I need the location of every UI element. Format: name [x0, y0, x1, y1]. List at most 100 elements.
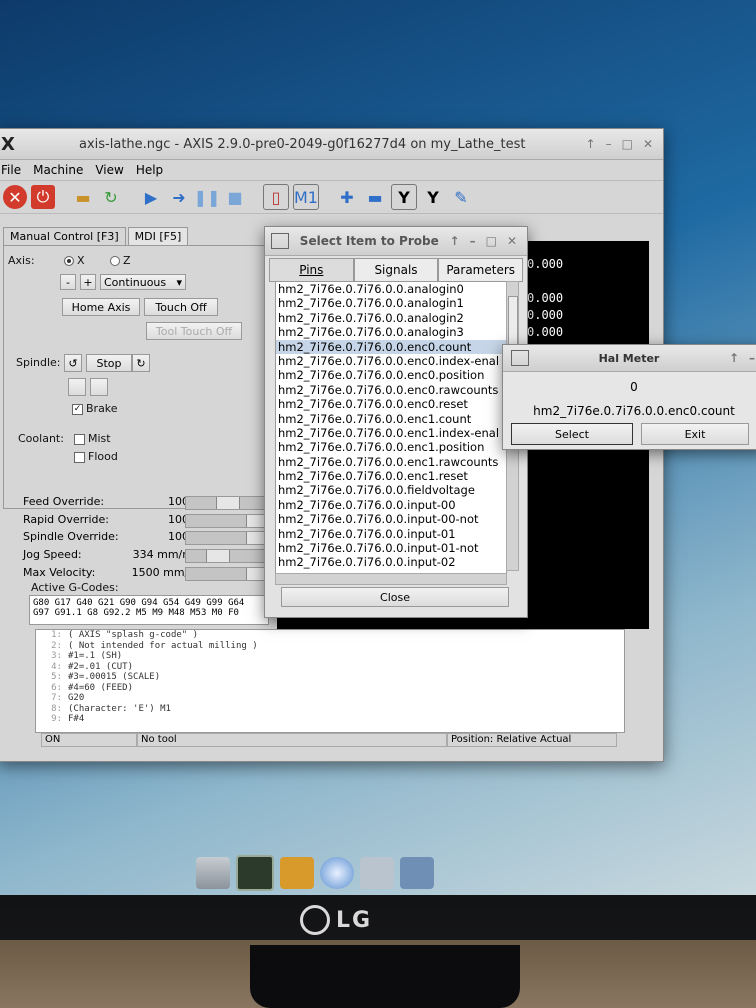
- pin-list-item[interactable]: hm2_7i76e.0.7i76.0.0.enc0.position: [276, 368, 506, 382]
- menu-help[interactable]: Help: [136, 163, 163, 177]
- pin-list-item[interactable]: hm2_7i76e.0.7i76.0.0.input-01: [276, 527, 506, 541]
- block-delete-icon[interactable]: ▯: [263, 184, 289, 210]
- max-velocity-slider[interactable]: [185, 567, 271, 581]
- spindle-faster-button[interactable]: [90, 378, 108, 396]
- flood-checkbox[interactable]: Flood: [74, 450, 118, 463]
- gcode-line: 8: (Character: 'E') M1: [51, 703, 171, 714]
- close-icon[interactable]: ✕: [643, 137, 653, 151]
- gcode-line: 2:( Not intended for actual milling ): [51, 640, 258, 651]
- tool-touch-off-button[interactable]: Tool Touch Off: [146, 322, 242, 340]
- zoom-out-icon[interactable]: ▬: [363, 185, 387, 209]
- view-y2-icon[interactable]: Y: [421, 185, 445, 209]
- toolbar: ✕ ⏻ ▬ ↻ ▶ ➜ ❚❚ ■ ▯ M1 ✚ ▬ Y Y ✎: [0, 181, 663, 214]
- select-button[interactable]: Select: [511, 423, 633, 445]
- jog-mode-value: Continuous: [104, 275, 167, 289]
- pin-list-item[interactable]: hm2_7i76e.0.7i76.0.0.input-02: [276, 555, 506, 569]
- spindle-stop-button[interactable]: Stop: [86, 354, 132, 372]
- optional-stop-icon[interactable]: M1: [293, 184, 319, 210]
- pin-list-item[interactable]: hm2_7i76e.0.7i76.0.0.input-00-not: [276, 512, 506, 526]
- spindle-override-slider[interactable]: [185, 531, 271, 545]
- terminal-icon[interactable]: [236, 855, 274, 891]
- tab-signals[interactable]: Signals: [353, 258, 439, 282]
- spindle-reverse-icon[interactable]: ↺: [64, 354, 82, 372]
- pin-list-item[interactable]: hm2_7i76e.0.7i76.0.0.enc0.count: [276, 339, 506, 354]
- jog-speed-slider[interactable]: [185, 549, 271, 563]
- tab-parameters[interactable]: Parameters: [438, 258, 524, 282]
- maximize-icon[interactable]: ↑: [586, 137, 596, 151]
- jog-minus-button[interactable]: -: [60, 274, 76, 290]
- tab-pins[interactable]: Pins: [269, 258, 354, 282]
- reload-icon[interactable]: ↻: [99, 185, 123, 209]
- maximize-icon[interactable]: ↑: [729, 351, 739, 365]
- restore-icon[interactable]: □: [486, 234, 497, 248]
- pause-icon[interactable]: ❚❚: [194, 185, 221, 209]
- jog-mode-select[interactable]: Continuous ▾: [100, 274, 186, 290]
- spindle-forward-icon[interactable]: ↻: [132, 354, 150, 372]
- active-gcodes-line: G97 G91.1 G8 G92.2 M5 M9 M48 M53 M0 F0: [33, 608, 239, 618]
- pin-list-item[interactable]: hm2_7i76e.0.7i76.0.0.enc1.position: [276, 440, 506, 454]
- desktop-icon[interactable]: [196, 857, 230, 889]
- restore-icon[interactable]: □: [622, 137, 633, 151]
- menu-view[interactable]: View: [95, 163, 123, 177]
- pin-list-item[interactable]: hm2_7i76e.0.7i76.0.0.enc1.index-enal: [276, 426, 506, 440]
- axis-z-radio[interactable]: Z: [110, 254, 131, 267]
- pin-list-item[interactable]: hm2_7i76e.0.7i76.0.0.enc0.rawcounts: [276, 383, 506, 397]
- manual-control-panel: Axis: X Z - + Continuous ▾ Home Axis Touc…: [3, 245, 273, 509]
- pin-list-item[interactable]: hm2_7i76e.0.7i76.0.0.analogin2: [276, 311, 506, 325]
- run-icon[interactable]: ▶: [139, 185, 163, 209]
- rapid-override: Rapid Override: 100 %: [23, 513, 271, 529]
- minimize-icon[interactable]: –: [470, 234, 476, 248]
- zoom-in-icon[interactable]: ✚: [335, 185, 359, 209]
- home-axis-button[interactable]: Home Axis: [62, 298, 140, 316]
- hal-titlebar: Hal Meter ↑ –: [503, 345, 756, 372]
- menu-machine[interactable]: Machine: [33, 163, 83, 177]
- active-gcodes-label: Active G-Codes:: [31, 581, 119, 594]
- pin-list-item[interactable]: hm2_7i76e.0.7i76.0.0.fieldvoltage: [276, 483, 506, 497]
- pin-list-item[interactable]: hm2_7i76e.0.7i76.0.0.enc1.reset: [276, 469, 506, 483]
- pin-list-item[interactable]: hm2_7i76e.0.7i76.0.0.enc0.reset: [276, 397, 506, 411]
- axis-x-radio[interactable]: X: [64, 254, 85, 267]
- dro-value: 0.000: [527, 308, 564, 322]
- window-title: axis-lathe.ngc - AXIS 2.9.0-pre0-2049-g0…: [79, 136, 526, 152]
- minimize-icon[interactable]: –: [606, 137, 612, 151]
- pin-list-item[interactable]: hm2_7i76e.0.7i76.0.0.input-01-not: [276, 541, 506, 555]
- estop-icon[interactable]: ✕: [3, 185, 27, 209]
- minimize-icon[interactable]: –: [749, 351, 755, 365]
- pin-list-hscrollbar[interactable]: [275, 573, 507, 585]
- probe-title: Select Item to Probe: [299, 234, 439, 248]
- stop-icon[interactable]: ■: [223, 185, 247, 209]
- pin-list-item[interactable]: hm2_7i76e.0.7i76.0.0.analogin1: [276, 296, 506, 310]
- clear-plot-icon[interactable]: ✎: [449, 185, 473, 209]
- feed-override-slider[interactable]: [185, 496, 271, 510]
- brake-checkbox[interactable]: ✓ Brake: [72, 402, 118, 415]
- touch-off-button[interactable]: Touch Off: [144, 298, 218, 316]
- step-icon[interactable]: ➜: [167, 185, 191, 209]
- tab-mdi[interactable]: MDI [F5]: [127, 227, 189, 245]
- pin-list-item[interactable]: hm2_7i76e.0.7i76.0.0.analogin0: [276, 282, 506, 296]
- folder-icon[interactable]: [400, 857, 434, 889]
- pin-list-item[interactable]: hm2_7i76e.0.7i76.0.0.enc1.rawcounts: [276, 455, 506, 469]
- search-icon[interactable]: [360, 857, 394, 889]
- close-icon[interactable]: ✕: [507, 234, 517, 248]
- maximize-icon[interactable]: ↑: [450, 234, 460, 248]
- browser-icon[interactable]: [320, 857, 354, 889]
- view-y-icon[interactable]: Y: [391, 184, 417, 210]
- pin-list-item[interactable]: hm2_7i76e.0.7i76.0.0.analogin3: [276, 325, 506, 339]
- exit-button[interactable]: Exit: [641, 423, 749, 445]
- spindle-slower-button[interactable]: [68, 378, 86, 396]
- rapid-override-slider[interactable]: [185, 514, 271, 528]
- files-icon[interactable]: [280, 857, 314, 889]
- menu-file[interactable]: File: [1, 163, 21, 177]
- open-folder-icon[interactable]: ▬: [71, 185, 95, 209]
- pin-list-item[interactable]: hm2_7i76e.0.7i76.0.0.input-00: [276, 498, 506, 512]
- close-button[interactable]: Close: [281, 587, 509, 607]
- gcode-line: 9: F#4: [51, 714, 85, 724]
- gcode-text[interactable]: 1:( AXIS "splash g-code" ) 2:( Not inten…: [35, 629, 625, 733]
- chevron-down-icon: ▾: [176, 275, 182, 289]
- pin-list-item[interactable]: hm2_7i76e.0.7i76.0.0.enc1.count: [276, 412, 506, 426]
- power-icon[interactable]: ⏻: [31, 185, 55, 209]
- mist-checkbox[interactable]: Mist: [74, 432, 111, 445]
- tab-manual-control[interactable]: Manual Control [F3]: [3, 227, 126, 245]
- jog-plus-button[interactable]: +: [80, 274, 96, 290]
- pin-list-item[interactable]: hm2_7i76e.0.7i76.0.0.enc0.index-enal: [276, 354, 506, 368]
